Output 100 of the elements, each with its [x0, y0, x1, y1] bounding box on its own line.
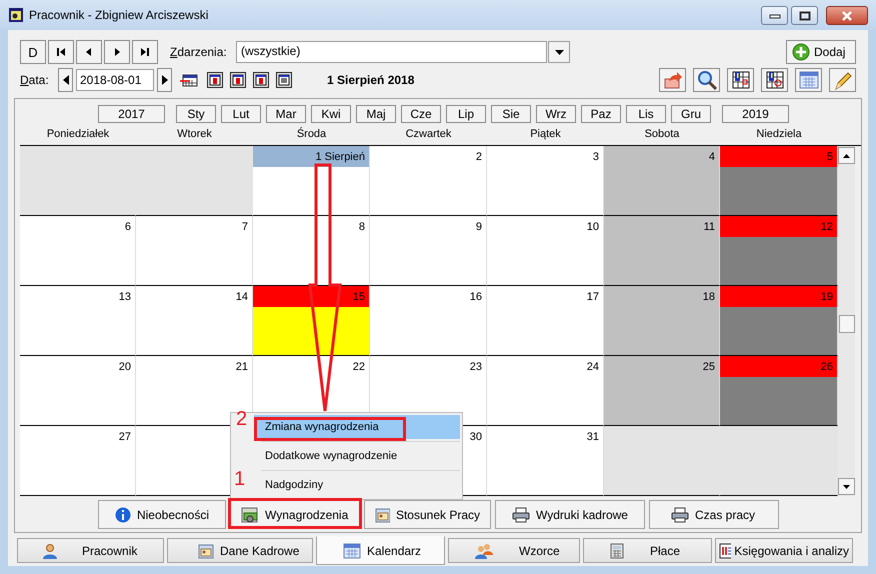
maximize-button[interactable]	[791, 6, 818, 25]
caret-icon	[554, 50, 564, 54]
calendar-day[interactable]: 3	[487, 146, 604, 216]
tab[interactable]: Kalendarz	[316, 536, 445, 565]
month-button[interactable]: Maj	[356, 105, 396, 123]
up-arrow-icon	[843, 154, 850, 158]
calendar-day[interactable]: 11	[604, 216, 720, 286]
calendar-day[interactable]: 13	[20, 286, 136, 356]
tab[interactable]: Księgowania i analizy	[715, 538, 853, 563]
calendar-day[interactable]: 14	[136, 286, 253, 356]
pencil-icon[interactable]	[829, 68, 856, 92]
add-button[interactable]: Dodaj	[786, 40, 856, 64]
month-button[interactable]: Lip	[446, 105, 486, 123]
triangle-right-icon	[112, 47, 122, 57]
money-icon	[241, 506, 259, 522]
calendar-day[interactable]: 27	[20, 426, 136, 496]
calendar-day[interactable]: 26	[720, 356, 838, 426]
calendar-day[interactable]: 17	[487, 286, 604, 356]
calendar-view-icon[interactable]	[253, 70, 269, 90]
tab[interactable]: Wzorce	[448, 538, 580, 563]
previous-year-button[interactable]: 2017	[98, 105, 165, 123]
calendar-alert-icon[interactable]	[727, 68, 754, 92]
calendar-day[interactable]: 20	[20, 356, 136, 426]
calendar-day[interactable]: 31	[487, 426, 604, 496]
calendar-day[interactable]: 6	[20, 216, 136, 286]
prev-button[interactable]	[76, 40, 102, 64]
day-number: 9	[476, 220, 482, 232]
scrollbar[interactable]	[838, 146, 855, 496]
calendar-day[interactable]: 1 Sierpień	[253, 146, 370, 216]
calendar-day[interactable]: 5	[720, 146, 838, 216]
skip-forward-icon	[140, 47, 150, 57]
month-button[interactable]: Lis	[626, 105, 666, 123]
calendar-icon[interactable]	[795, 68, 822, 92]
calendar-day[interactable]: 7	[136, 216, 253, 286]
id-card-icon	[375, 506, 390, 522]
month-button[interactable]: Kwi	[311, 105, 351, 123]
month-button[interactable]: Lut	[221, 105, 261, 123]
export-icon[interactable]	[659, 68, 686, 92]
calendar-day[interactable]: 10	[487, 216, 604, 286]
search-icon[interactable]	[693, 68, 720, 92]
calendar-day[interactable]: 24	[487, 356, 604, 426]
weekday-header: Sobota	[644, 128, 680, 142]
calendar-day[interactable]: 4	[604, 146, 720, 216]
calendar-alert-icon[interactable]	[761, 68, 788, 92]
month-button[interactable]: Mar	[266, 105, 306, 123]
day-number: 15	[352, 290, 365, 302]
scroll-thumb[interactable]	[838, 315, 854, 333]
day-number: 10	[586, 220, 599, 232]
action-button[interactable]: Czas pracy	[649, 500, 779, 529]
last-button[interactable]	[132, 40, 158, 64]
calendar-day[interactable]: 2	[370, 146, 487, 216]
events-label: Zdarzenia:	[170, 45, 228, 59]
day-number: 31	[586, 430, 599, 442]
calendar-day[interactable]: 18	[604, 286, 720, 356]
next-day-button[interactable]	[157, 68, 172, 92]
day-number: 18	[702, 290, 715, 302]
action-button[interactable]: Stosunek Pracy	[364, 500, 491, 529]
action-button[interactable]: Nieobecności	[98, 500, 226, 529]
calendar-day[interactable]: 19	[720, 286, 838, 356]
tab[interactable]: Płace	[583, 538, 712, 563]
calendar-view-icon[interactable]	[230, 70, 246, 90]
calendar-day[interactable]: 8	[253, 216, 370, 286]
day-number: 30	[470, 430, 482, 442]
next-button[interactable]	[104, 40, 130, 64]
maximize-icon	[798, 10, 810, 20]
calendar-view-icon[interactable]	[276, 70, 292, 90]
action-button[interactable]: Wydruki kadrowe	[495, 500, 645, 529]
triangle-right-icon	[162, 75, 168, 85]
new-button[interactable]: D	[20, 40, 46, 64]
calendar-day[interactable]: 16	[370, 286, 487, 356]
close-icon	[840, 10, 854, 20]
tab[interactable]: Dane Kadrowe	[167, 538, 313, 563]
calendar-view-icon[interactable]	[207, 70, 223, 90]
calendar-day[interactable]: 15	[253, 286, 370, 356]
month-button[interactable]: Sty	[176, 105, 216, 123]
day-number: 2	[476, 150, 482, 162]
next-year-button[interactable]: 2019	[722, 105, 789, 123]
menu-item[interactable]: Nadgodziny	[254, 473, 460, 497]
month-button[interactable]: Cze	[401, 105, 441, 123]
calendar-day[interactable]: 9	[370, 216, 487, 286]
previous-day-button[interactable]	[58, 68, 73, 92]
close-button[interactable]	[826, 6, 868, 25]
day-number: 14	[236, 290, 248, 302]
month-button[interactable]: Gru	[671, 105, 711, 123]
tab[interactable]: Pracownik	[17, 538, 164, 563]
menu-item[interactable]: Dodatkowe wynagrodzenie	[254, 444, 460, 468]
app-icon	[8, 7, 24, 23]
chart-document-icon	[719, 542, 732, 558]
calendar-day[interactable]: 12	[720, 216, 838, 286]
day-number: 20	[118, 360, 131, 372]
month-button[interactable]: Wrz	[536, 105, 576, 123]
first-button[interactable]	[48, 40, 74, 64]
minimize-button[interactable]	[761, 6, 788, 25]
month-button[interactable]: Sie	[491, 105, 531, 123]
date-label: Data:	[20, 73, 50, 87]
date-field[interactable]: 2018-08-01	[76, 69, 154, 91]
month-button[interactable]: Paz	[581, 105, 621, 123]
calendar-icon	[343, 542, 361, 558]
person-icon	[42, 542, 58, 558]
calendar-day[interactable]: 25	[604, 356, 720, 426]
